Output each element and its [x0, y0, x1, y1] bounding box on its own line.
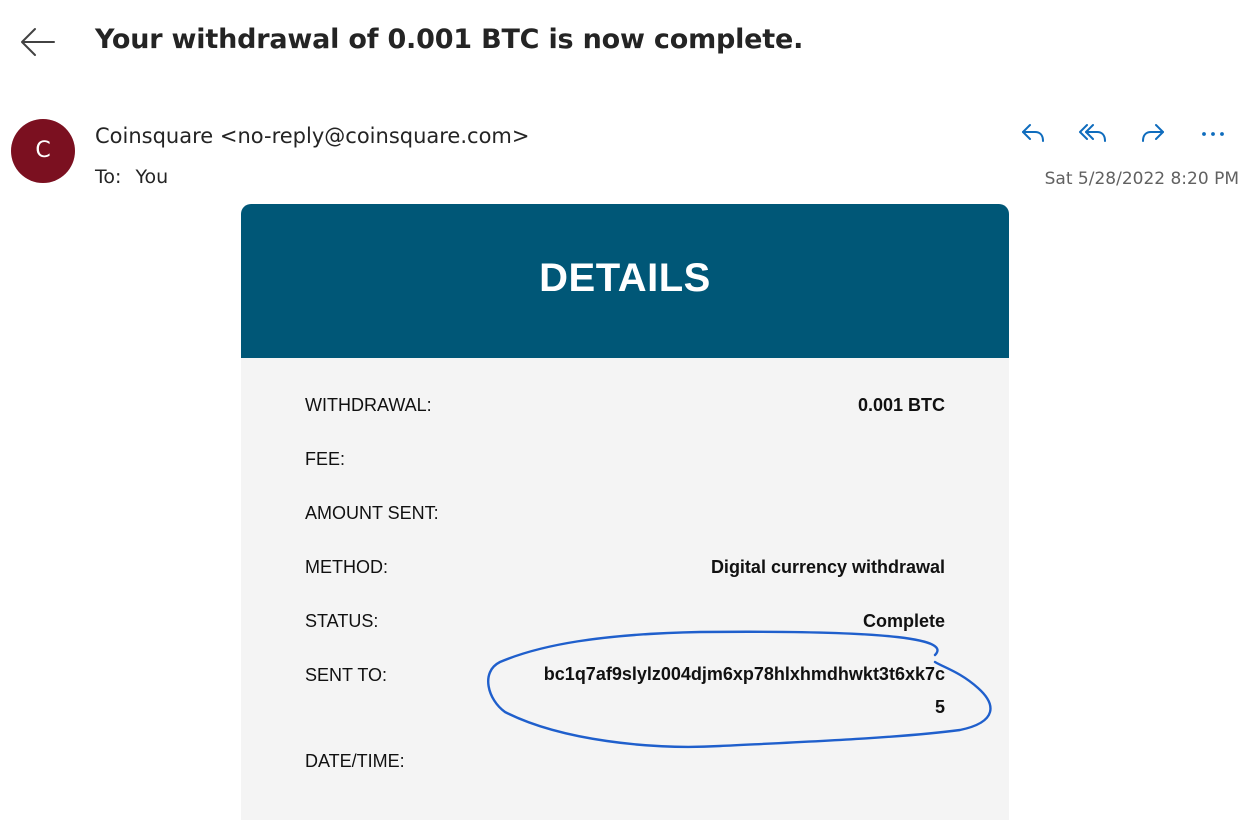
row-value: 0.001 BTC [857, 395, 945, 415]
row-label: METHOD: [305, 557, 388, 577]
more-actions-button[interactable] [1196, 118, 1230, 148]
row-label: AMOUNT SENT: [305, 503, 439, 523]
row-value: Digital currency withdrawal [710, 557, 945, 577]
recipient-line: To: You [95, 166, 168, 188]
avatar[interactable]: C [11, 119, 75, 183]
row-value: Complete [862, 611, 945, 631]
email-date: Sat 5/28/2022 8:20 PM [1044, 169, 1239, 189]
forward-button[interactable] [1136, 118, 1170, 148]
reply-all-button[interactable] [1076, 118, 1110, 148]
details-card: DETAILS WITHDRAWAL: 0.001 BTC FEE: AMOUN… [241, 204, 1009, 820]
message-actions [1016, 118, 1230, 148]
back-button[interactable] [18, 24, 58, 60]
arrow-left-icon [21, 28, 55, 56]
email-reading-pane: Your withdrawal of 0.001 BTC is now comp… [0, 0, 1250, 820]
reply-all-icon [1079, 124, 1106, 142]
row-label: DATE/TIME: [305, 751, 405, 771]
to-label: To: [95, 166, 122, 188]
more-icon [1202, 132, 1224, 136]
details-header: DETAILS [241, 204, 1009, 358]
row-label: FEE: [305, 449, 346, 469]
row-label: WITHDRAWAL: [305, 395, 432, 415]
details-title: DETAILS [539, 255, 711, 300]
recipient-name[interactable]: You [135, 166, 168, 188]
row-label: SENT TO: [305, 665, 388, 685]
reply-icon [1022, 124, 1044, 142]
reply-button[interactable] [1016, 118, 1050, 148]
email-subject: Your withdrawal of 0.001 BTC is now comp… [95, 24, 804, 55]
row-label: STATUS: [305, 611, 379, 631]
wallet-address: bc1q7af9slylz004djm6xp78hlxhmdhwkt3t6xk7… [543, 664, 945, 717]
sender-name[interactable]: Coinsquare <no-reply@coinsquare.com> [95, 124, 529, 148]
forward-icon [1142, 124, 1164, 142]
